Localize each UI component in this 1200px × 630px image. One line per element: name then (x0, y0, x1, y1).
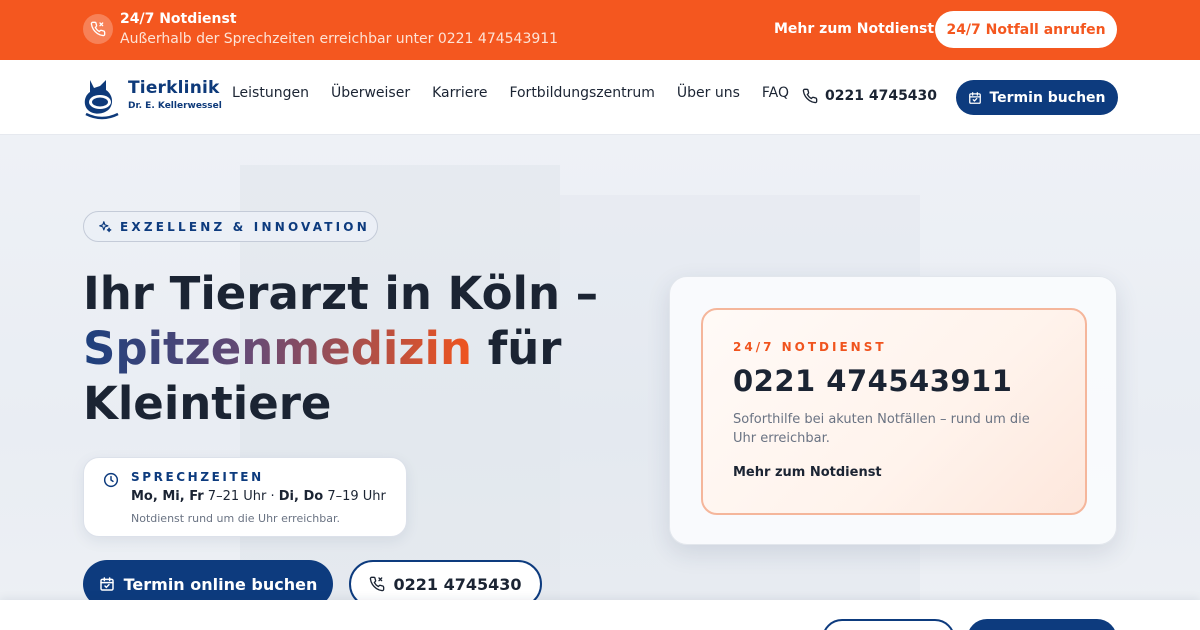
logo-subtitle: Dr. E. Kellerwessel (128, 101, 222, 111)
hero-badge: EXZELLENZ & INNOVATION (83, 211, 378, 242)
headline-part-2: für (487, 322, 562, 375)
book-online-label: Termin online buchen (123, 574, 318, 594)
emergency-topbar: 24/7 Notdienst Außerhalb der Sprechzeite… (0, 0, 1200, 60)
phone-icon (802, 88, 818, 104)
emergency-card-more-link[interactable]: Mehr zum Notdienst (733, 465, 882, 480)
clock-icon (103, 472, 119, 488)
opening-hours-card: SPRECHZEITEN Mo, Mi, Fr 7–21 Uhr · Di, D… (83, 457, 407, 537)
emergency-card-inner: 24/7 NOTDIENST 0221 474543911 Soforthilf… (701, 308, 1087, 515)
book-appointment-button[interactable]: Termin buchen (956, 80, 1118, 115)
emergency-title: 24/7 Notdienst (120, 11, 237, 27)
sparkle-icon (99, 220, 112, 232)
nav-phone-number: 0221 4745430 (825, 88, 938, 104)
phone-icon (370, 576, 385, 592)
main-navigation: Tierklinik Dr. E. Kellerwessel Leistunge… (0, 60, 1200, 135)
emergency-card-label: 24/7 NOTDIENST (733, 340, 887, 354)
call-phone-label: 0221 4745430 (393, 574, 522, 594)
nav-item-ueber-uns[interactable]: Über uns (677, 85, 740, 101)
hero-section: EXZELLENZ & INNOVATION Ihr Tierarzt in K… (0, 135, 1200, 630)
book-appointment-label: Termin buchen (989, 89, 1106, 106)
nav-phone-link[interactable]: 0221 4745430 (802, 88, 937, 104)
calendar-icon (969, 91, 982, 104)
headline-part-1: Ihr Tierarzt in Köln – (83, 267, 599, 320)
emergency-subtitle: Außerhalb der Sprechzeiten erreichbar un… (120, 31, 559, 47)
nav-menu: Leistungen Überweiser Karriere Fortbildu… (232, 85, 811, 101)
hero-badge-label: EXZELLENZ & INNOVATION (120, 219, 370, 234)
clinic-logo[interactable]: Tierklinik Dr. E. Kellerwessel (82, 74, 222, 122)
nav-item-ueberweiser[interactable]: Überweiser (331, 85, 410, 101)
bottom-overlay-bar (0, 600, 1200, 630)
emergency-more-link[interactable]: Mehr zum Notdienst (774, 21, 934, 37)
bottom-secondary-button[interactable] (822, 619, 955, 630)
emergency-card-description: Soforthilfe bei akuten Notfällen – rund … (733, 412, 1030, 446)
logo-icon (84, 80, 119, 120)
nav-item-fortbildungszentrum[interactable]: Fortbildungszentrum (509, 85, 654, 101)
emergency-call-button[interactable]: 24/7 Notfall anrufen (935, 11, 1117, 48)
logo-name: Tierklinik (128, 78, 220, 98)
nav-item-karriere[interactable]: Karriere (432, 85, 487, 101)
opening-hours-times: Mo, Mi, Fr 7–21 Uhr · Di, Do 7–19 Uhr (131, 489, 386, 504)
hero-headline: Ihr Tierarzt in Köln – Spitzenmedizin fü… (83, 266, 643, 431)
nav-item-leistungen[interactable]: Leistungen (232, 85, 309, 101)
emergency-card: 24/7 NOTDIENST 0221 474543911 Soforthilf… (669, 276, 1117, 545)
emergency-card-number[interactable]: 0221 474543911 (733, 364, 1012, 398)
opening-hours-note: Notdienst rund um die Uhr erreichbar. (131, 512, 341, 525)
phone-icon (83, 14, 113, 44)
headline-highlight: Spitzenmedizin (83, 322, 473, 375)
opening-hours-label: SPRECHZEITEN (131, 470, 264, 484)
bottom-primary-button[interactable] (967, 619, 1117, 630)
headline-part-3: Kleintiere (83, 377, 332, 430)
calendar-icon (99, 577, 114, 591)
nav-item-faq[interactable]: FAQ (762, 85, 789, 101)
